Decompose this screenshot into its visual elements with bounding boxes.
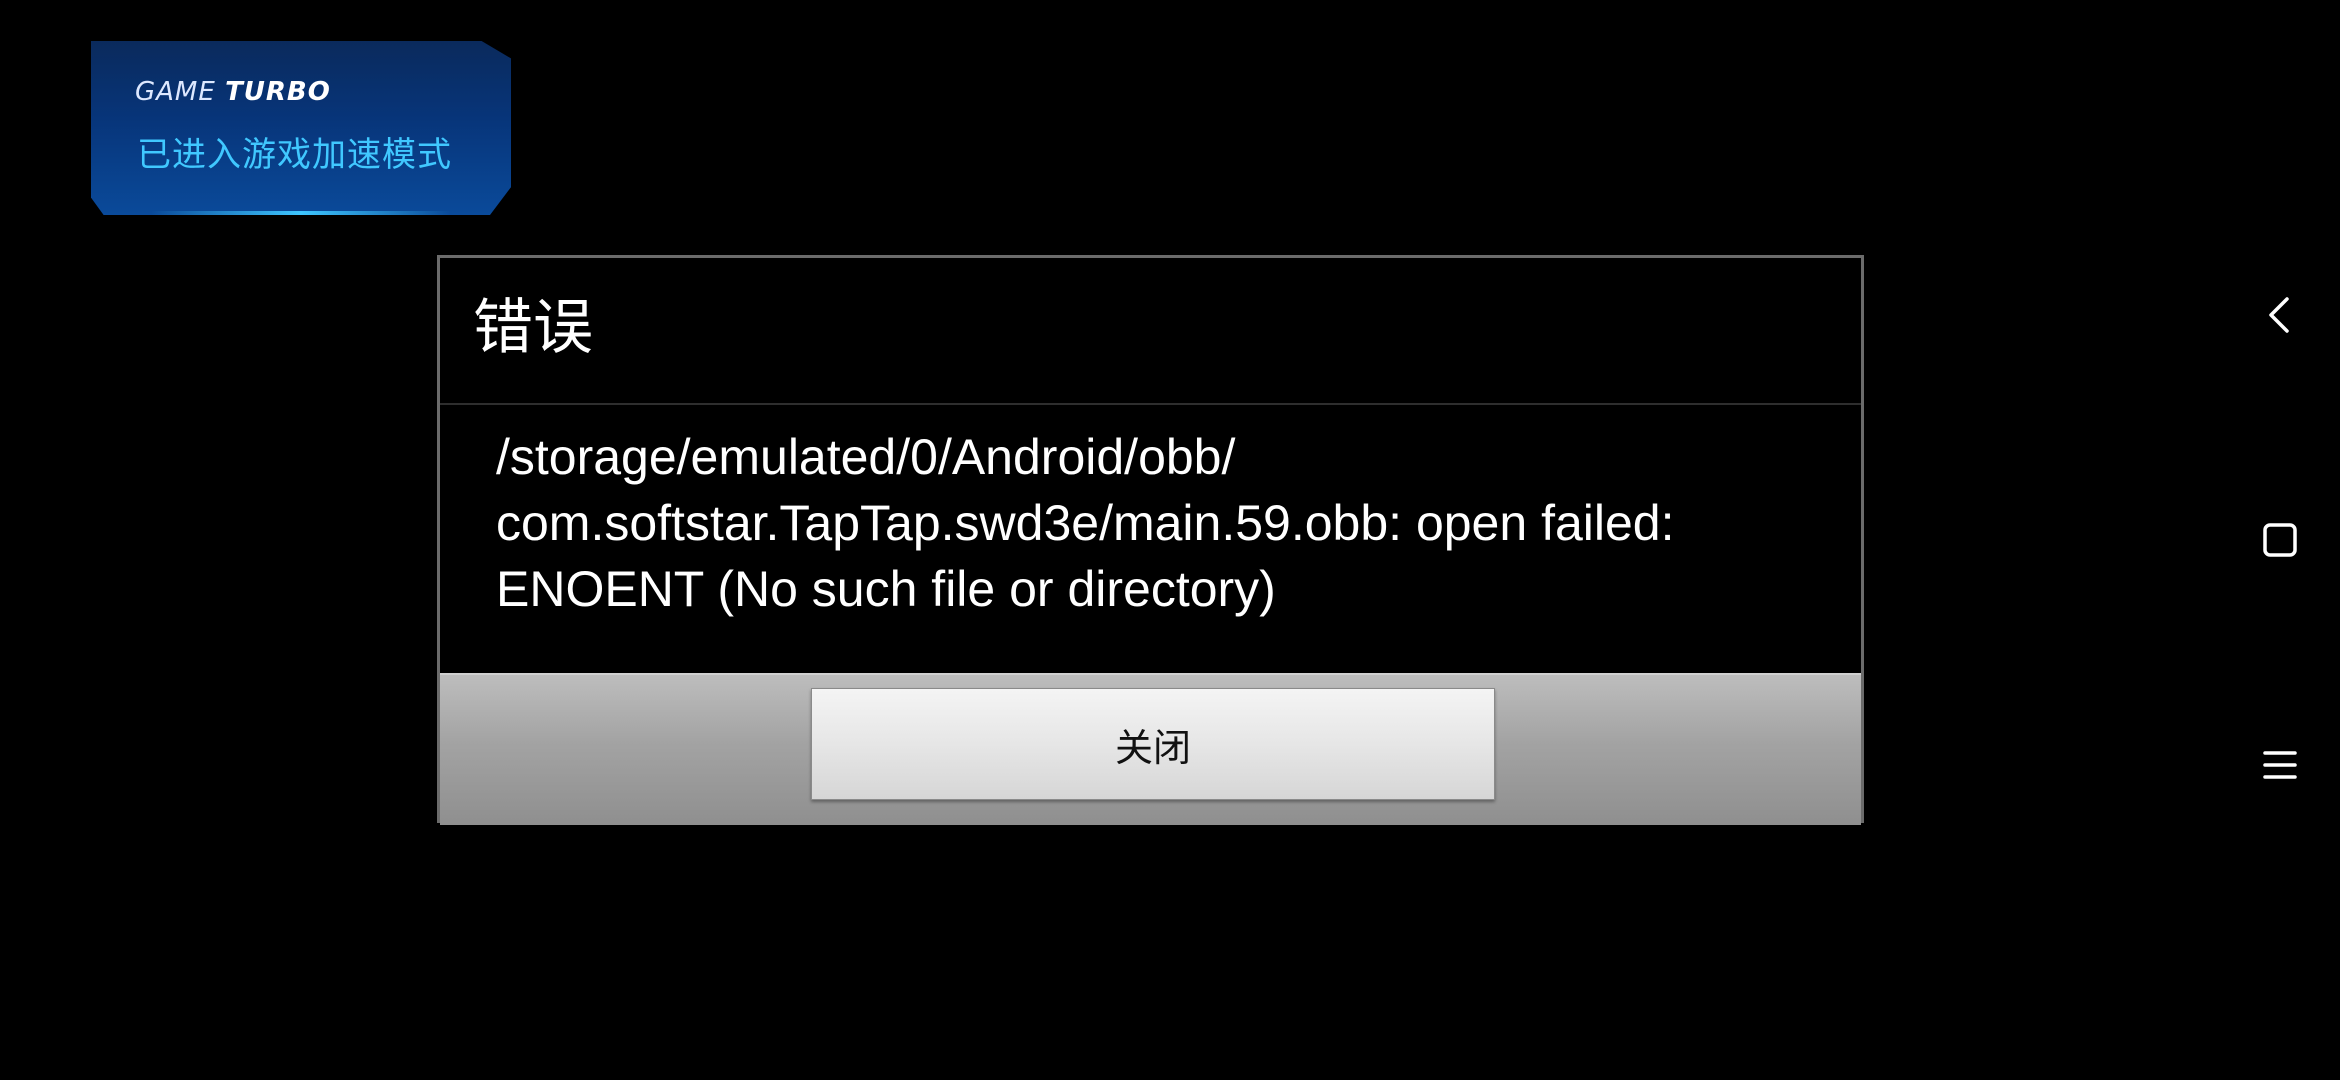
nav-home-button[interactable] xyxy=(2220,495,2340,585)
game-turbo-toast: GAME TURBO 已进入游戏加速模式 xyxy=(91,41,511,215)
brand-turbo-text: TURBO xyxy=(225,77,331,107)
screen: GAME TURBO 已进入游戏加速模式 错误 错误 /storage/emul… xyxy=(0,0,2340,1080)
dialog-button-bar: 关闭 xyxy=(440,673,1861,825)
title-divider xyxy=(440,403,1861,405)
navigation-bar xyxy=(2220,0,2340,1080)
error-dialog: 错误 /storage/emulated/0/Android/obb/ com.… xyxy=(437,255,1864,825)
turbo-status-text: 已进入游戏加速模式 xyxy=(137,135,452,175)
close-button[interactable]: 关闭 xyxy=(811,688,1495,800)
dialog-title: 错误 xyxy=(473,293,593,363)
nav-menu-button[interactable] xyxy=(2220,720,2340,810)
brand-game-text: GAME xyxy=(135,77,216,107)
menu-lines-icon xyxy=(2263,751,2297,779)
back-chevron-icon xyxy=(2269,297,2289,333)
home-square-icon xyxy=(2263,523,2297,557)
dialog-message: /storage/emulated/0/Android/obb/ com.sof… xyxy=(496,429,1675,617)
nav-back-button[interactable] xyxy=(2220,270,2340,360)
game-turbo-brand: GAME TURBO xyxy=(135,77,331,107)
